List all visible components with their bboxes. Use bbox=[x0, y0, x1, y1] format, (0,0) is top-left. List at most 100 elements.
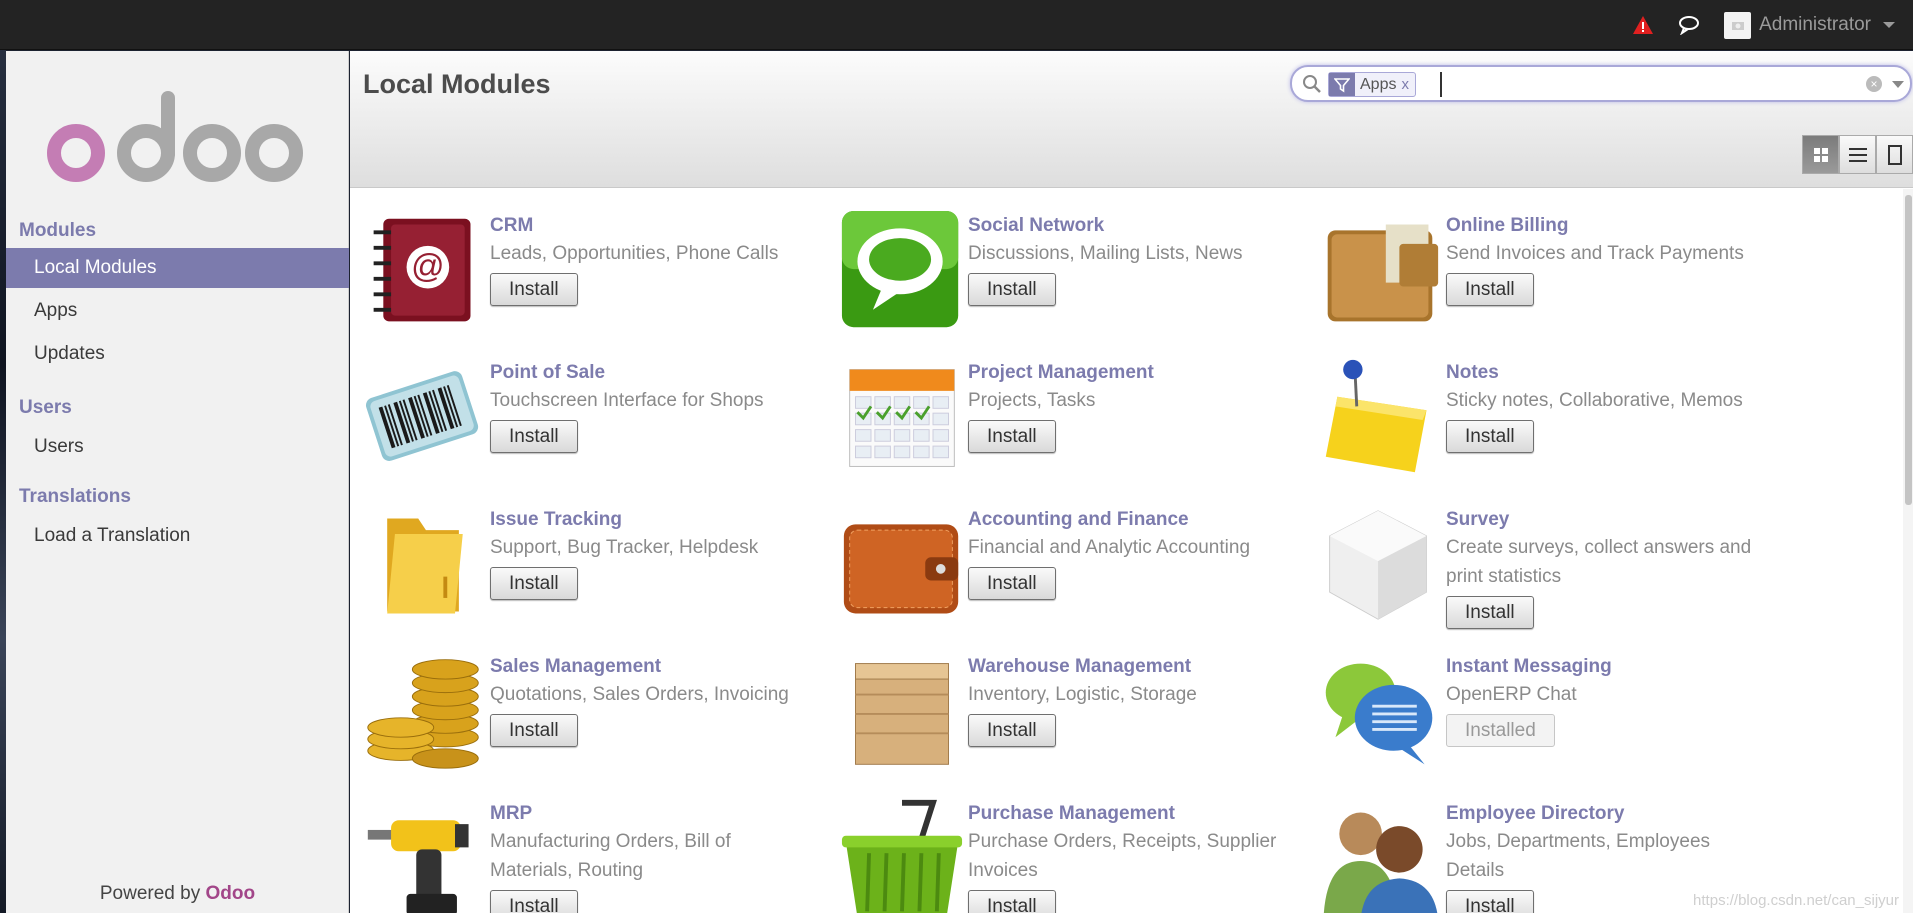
svg-text:@: @ bbox=[411, 247, 444, 284]
user-menu[interactable]: Administrator bbox=[1724, 11, 1895, 39]
module-text: Survey Create surveys, collect answers an… bbox=[1446, 507, 1766, 629]
module-name-link[interactable]: MRP bbox=[490, 801, 810, 827]
module-summary: Sticky notes, Collaborative, Memos bbox=[1446, 390, 1743, 411]
installed-button[interactable]: Installed bbox=[1446, 714, 1555, 747]
powered-prefix: Powered by bbox=[99, 883, 201, 904]
list-view-button[interactable] bbox=[1839, 135, 1876, 174]
module-name-link[interactable]: Survey bbox=[1446, 507, 1766, 533]
module-name-link[interactable]: Warehouse Management bbox=[968, 654, 1288, 680]
install-button[interactable]: Install bbox=[490, 273, 578, 306]
install-button[interactable]: Install bbox=[490, 420, 578, 453]
main-area: Local Modules Apps x × @ CRM Leads, Oppo… bbox=[350, 51, 1913, 913]
module-summary: Support, Bug Tracker, Helpdesk bbox=[490, 537, 759, 558]
module-name-link[interactable]: Issue Tracking bbox=[490, 507, 810, 533]
module-card: Sales Management Quotations, Sales Orders… bbox=[350, 640, 820, 780]
install-button[interactable]: Install bbox=[968, 890, 1056, 913]
install-button[interactable]: Install bbox=[490, 567, 578, 600]
search-icon bbox=[1303, 75, 1321, 93]
module-text: MRP Manufacturing Orders, Bill of Materia… bbox=[490, 801, 810, 913]
crate-icon bbox=[855, 663, 949, 765]
kanban-content: @ CRM Leads, Opportunities, Phone Calls Ins… bbox=[350, 189, 1913, 913]
scrollbar[interactable] bbox=[1903, 189, 1913, 913]
module-name-link[interactable]: CRM bbox=[490, 213, 810, 239]
sidebar-item-users[interactable]: Users bbox=[6, 427, 349, 467]
install-button[interactable]: Install bbox=[1446, 273, 1534, 306]
sidebar-item-local-modules[interactable]: Local Modules bbox=[6, 248, 349, 288]
alert-icon[interactable] bbox=[1632, 15, 1654, 35]
search-box[interactable]: Apps x × bbox=[1290, 65, 1912, 102]
module-card: Issue Tracking Support, Bug Tracker, Help… bbox=[350, 493, 820, 633]
module-name-link[interactable]: Purchase Management bbox=[968, 801, 1288, 827]
caret-down-icon bbox=[1883, 22, 1895, 28]
install-button[interactable]: Install bbox=[1446, 890, 1534, 913]
module-name-link[interactable]: Sales Management bbox=[490, 654, 810, 680]
install-button[interactable]: Install bbox=[1446, 420, 1534, 453]
clear-search-icon[interactable]: × bbox=[1866, 76, 1882, 92]
module-card: @ CRM Leads, Opportunities, Phone Calls Ins… bbox=[350, 199, 820, 339]
module-card: Instant Messaging OpenERP Chat Installed bbox=[1306, 640, 1776, 780]
module-text: Warehouse Management Inventory, Logistic,… bbox=[968, 654, 1288, 747]
chat-bubbles-icon bbox=[1325, 663, 1433, 765]
module-summary: Leads, Opportunities, Phone Calls bbox=[490, 243, 779, 264]
search-input[interactable] bbox=[1440, 72, 1820, 97]
module-summary: Projects, Tasks bbox=[968, 390, 1096, 411]
module-summary: Inventory, Logistic, Storage bbox=[968, 684, 1197, 705]
sidebar-item-apps[interactable]: Apps bbox=[6, 291, 349, 331]
menu-section-users: Users Users bbox=[6, 391, 349, 467]
module-name-link[interactable]: Accounting and Finance bbox=[968, 507, 1288, 533]
module-summary: Create surveys, collect answers and prin… bbox=[1446, 537, 1752, 587]
module-text: Issue Tracking Support, Bug Tracker, Help… bbox=[490, 507, 810, 600]
install-button[interactable]: Install bbox=[1446, 596, 1534, 629]
module-name-link[interactable]: Project Management bbox=[968, 360, 1288, 386]
module-summary: Manufacturing Orders, Bill of Materials,… bbox=[490, 831, 731, 881]
sidebar-item-updates[interactable]: Updates bbox=[6, 334, 349, 374]
watermark-text: https://blog.csdn.net/can_sijyur bbox=[1693, 892, 1899, 909]
install-button[interactable]: Install bbox=[490, 890, 578, 913]
module-text: Instant Messaging OpenERP Chat Installed bbox=[1446, 654, 1766, 747]
kanban-view-button[interactable] bbox=[1802, 135, 1839, 174]
module-summary: Touchscreen Interface for Shops bbox=[490, 390, 764, 411]
odoo-logo bbox=[47, 91, 303, 182]
module-summary: Jobs, Departments, Employees Details bbox=[1446, 831, 1711, 881]
sidebar: Modules Local Modules Apps Updates Users… bbox=[6, 51, 349, 913]
module-text: Sales Management Quotations, Sales Orders… bbox=[490, 654, 810, 747]
sidebar-item-load-translation[interactable]: Load a Translation bbox=[6, 516, 349, 556]
avatar bbox=[1724, 11, 1752, 39]
powered-brand-link[interactable]: Odoo bbox=[206, 883, 256, 904]
leather-wallet-icon bbox=[843, 524, 959, 614]
list-icon bbox=[1848, 147, 1867, 162]
people-icon bbox=[1323, 812, 1438, 913]
module-name-link[interactable]: Employee Directory bbox=[1446, 801, 1766, 827]
wallet-icon bbox=[1327, 224, 1439, 322]
install-button[interactable]: Install bbox=[968, 273, 1056, 306]
module-name-link[interactable]: Notes bbox=[1446, 360, 1766, 386]
basket-icon bbox=[841, 799, 963, 913]
chat-icon[interactable] bbox=[1678, 15, 1700, 35]
top-bar: Administrator bbox=[0, 0, 1913, 50]
sticky-note-icon bbox=[1325, 359, 1427, 473]
module-name-link[interactable]: Online Billing bbox=[1446, 213, 1766, 239]
menu-header-users: Users bbox=[19, 397, 72, 418]
form-view-button[interactable] bbox=[1876, 135, 1913, 174]
module-text: Project Management Projects, Tasks Install bbox=[968, 360, 1288, 453]
view-header: Local Modules Apps x × bbox=[350, 51, 1913, 188]
module-card: Survey Create surveys, collect answers an… bbox=[1306, 493, 1776, 633]
module-name-link[interactable]: Point of Sale bbox=[490, 360, 810, 386]
install-button[interactable]: Install bbox=[968, 714, 1056, 747]
module-name-link[interactable]: Instant Messaging bbox=[1446, 654, 1766, 680]
module-name-link[interactable]: Social Network bbox=[968, 213, 1288, 239]
install-button[interactable]: Install bbox=[490, 714, 578, 747]
module-card: Project Management Projects, Tasks Install bbox=[828, 346, 1298, 486]
drill-icon bbox=[367, 820, 469, 913]
search-options-chevron-down-icon[interactable] bbox=[1892, 81, 1904, 88]
module-text: Notes Sticky notes, Collaborative, Memos I… bbox=[1446, 360, 1766, 453]
page-title: Local Modules bbox=[363, 69, 551, 99]
facet-remove-button[interactable]: x bbox=[1401, 76, 1415, 93]
scroll-thumb[interactable] bbox=[1905, 195, 1912, 505]
module-card: Accounting and Finance Financial and Anal… bbox=[828, 493, 1298, 633]
module-card: Social Network Discussions, Mailing Lists… bbox=[828, 199, 1298, 339]
install-button[interactable]: Install bbox=[968, 420, 1056, 453]
speech-bubble-icon bbox=[841, 210, 959, 328]
install-button[interactable]: Install bbox=[968, 567, 1056, 600]
menu-header-modules: Modules bbox=[19, 220, 97, 241]
